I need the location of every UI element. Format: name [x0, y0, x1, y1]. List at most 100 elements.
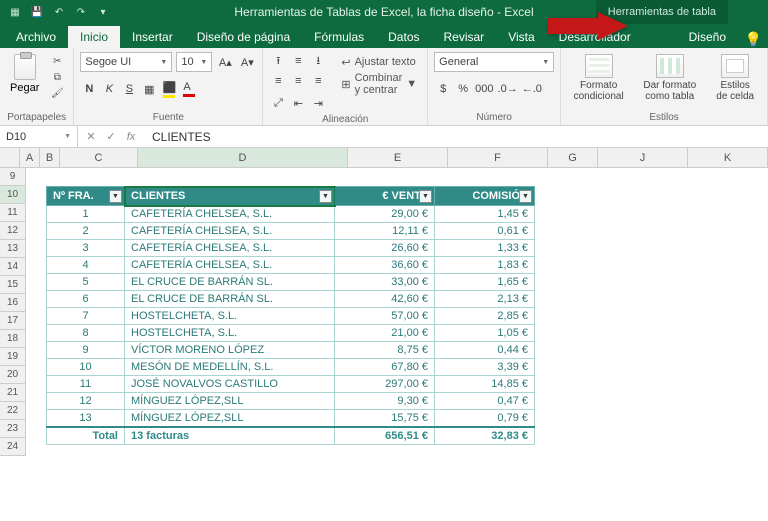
cut-icon[interactable]: ✂ [49, 54, 65, 68]
tab-insertar[interactable]: Insertar [120, 26, 185, 48]
percent-format-icon[interactable]: % [454, 80, 472, 98]
increase-indent-icon[interactable]: ⇥ [309, 94, 327, 112]
align-right-icon[interactable]: ≡ [309, 72, 327, 90]
col-header-F[interactable]: F [448, 148, 548, 167]
row-header-9[interactable]: 9 [0, 168, 25, 186]
cell-comision[interactable]: 0,79 € [435, 410, 535, 428]
grid-area[interactable]: Nº FRA.▼ CLIENTES▼ € VENTA▼ COMISIÓN▼ 1C… [26, 168, 768, 456]
cell-comision[interactable]: 2,13 € [435, 291, 535, 308]
col-header-K[interactable]: K [688, 148, 768, 167]
save-icon[interactable]: 💾 [30, 5, 44, 19]
filter-button[interactable]: ▼ [419, 190, 432, 203]
row-header-13[interactable]: 13 [0, 240, 25, 258]
underline-button[interactable]: S [120, 80, 138, 98]
cell-venta[interactable]: 21,00 € [335, 325, 435, 342]
cell-nfra[interactable]: 3 [47, 240, 125, 257]
col-header-J[interactable]: J [598, 148, 688, 167]
cell-cliente[interactable]: MÍNGUEZ LÓPEZ,SLL [125, 393, 335, 410]
col-header-B[interactable]: B [40, 148, 60, 167]
align-center-icon[interactable]: ≡ [289, 72, 307, 90]
cell-nfra[interactable]: 10 [47, 359, 125, 376]
redo-icon[interactable]: ↷ [74, 5, 88, 19]
grow-font-icon[interactable]: A▴ [216, 53, 234, 71]
tab-revisar[interactable]: Revisar [432, 26, 497, 48]
row-header-14[interactable]: 14 [0, 258, 25, 276]
col-header-C[interactable]: C [60, 148, 138, 167]
filter-button[interactable]: ▼ [109, 190, 122, 203]
cell-cliente[interactable]: HOSTELCHETA, S.L. [125, 308, 335, 325]
cell-comision[interactable]: 1,65 € [435, 274, 535, 291]
row-header-19[interactable]: 19 [0, 348, 25, 366]
tab-diseno[interactable]: Diseño [677, 26, 738, 48]
number-format-combo[interactable]: General▼ [434, 52, 554, 72]
cell-comision[interactable]: 1,45 € [435, 206, 535, 223]
filter-button[interactable]: ▼ [519, 190, 532, 203]
italic-button[interactable]: K [100, 80, 118, 98]
row-header-15[interactable]: 15 [0, 276, 25, 294]
formula-input[interactable]: CLIENTES [144, 130, 768, 144]
increase-decimal-icon[interactable]: .0→ [497, 80, 519, 98]
cell-nfra[interactable]: 6 [47, 291, 125, 308]
cell-nfra[interactable]: 5 [47, 274, 125, 291]
cancel-icon[interactable]: ✕ [82, 128, 100, 146]
cell-nfra[interactable]: 12 [47, 393, 125, 410]
cell-nfra[interactable]: 7 [47, 308, 125, 325]
row-header-21[interactable]: 21 [0, 384, 25, 402]
cell-comision[interactable]: 1,05 € [435, 325, 535, 342]
cell-venta[interactable]: 297,00 € [335, 376, 435, 393]
tab-formulas[interactable]: Fórmulas [302, 26, 376, 48]
col-header-D[interactable]: D [138, 148, 348, 167]
merge-center-button[interactable]: ⊞Combinar y centrar▼ [337, 74, 421, 94]
name-box[interactable]: D10▼ [0, 126, 78, 147]
fx-icon[interactable]: fx [122, 128, 140, 146]
cell-cliente[interactable]: CAFETERÍA CHELSEA, S.L. [125, 223, 335, 240]
enter-icon[interactable]: ✓ [102, 128, 120, 146]
cell-cliente[interactable]: JOSÉ NOVALVOS CASTILLO [125, 376, 335, 393]
undo-icon[interactable]: ↶ [52, 5, 66, 19]
cell-venta[interactable]: 33,00 € [335, 274, 435, 291]
cell-venta[interactable]: 15,75 € [335, 410, 435, 428]
cell-comision[interactable]: 2,85 € [435, 308, 535, 325]
tab-archivo[interactable]: Archivo [4, 26, 68, 48]
filter-button[interactable]: ▼ [319, 190, 332, 203]
cell-styles-button[interactable]: Estilos de celda [709, 52, 761, 104]
row-header-11[interactable]: 11 [0, 204, 25, 222]
row-header-24[interactable]: 24 [0, 438, 25, 456]
cell-venta[interactable]: 57,00 € [335, 308, 435, 325]
cell-nfra[interactable]: 8 [47, 325, 125, 342]
orientation-icon[interactable]: ⤢ [269, 94, 287, 112]
select-all-corner[interactable] [0, 148, 20, 167]
conditional-format-button[interactable]: Formato condicional [567, 52, 630, 104]
row-header-17[interactable]: 17 [0, 312, 25, 330]
row-header-23[interactable]: 23 [0, 420, 25, 438]
align-bottom-icon[interactable]: ⭳ [309, 52, 327, 70]
accounting-format-icon[interactable]: $ [434, 80, 452, 98]
cell-comision[interactable]: 3,39 € [435, 359, 535, 376]
cell-comision[interactable]: 1,33 € [435, 240, 535, 257]
cell-cliente[interactable]: CAFETERÍA CHELSEA, S.L. [125, 257, 335, 274]
format-as-table-button[interactable]: Dar formato como tabla [634, 52, 705, 104]
tell-me-icon[interactable]: 💡 [745, 31, 762, 48]
cell-comision[interactable]: 0,61 € [435, 223, 535, 240]
col-header-A[interactable]: A [20, 148, 40, 167]
shrink-font-icon[interactable]: A▾ [238, 53, 256, 71]
cell-comision[interactable]: 0,47 € [435, 393, 535, 410]
cell-comision[interactable]: 1,83 € [435, 257, 535, 274]
align-top-icon[interactable]: ⭱ [269, 52, 287, 70]
align-middle-icon[interactable]: ≡ [289, 52, 307, 70]
tab-datos[interactable]: Datos [376, 26, 431, 48]
row-header-18[interactable]: 18 [0, 330, 25, 348]
cell-nfra[interactable]: 2 [47, 223, 125, 240]
row-header-22[interactable]: 22 [0, 402, 25, 420]
cell-venta[interactable]: 9,30 € [335, 393, 435, 410]
fill-color-button[interactable]: ⬛ [160, 80, 178, 98]
cell-cliente[interactable]: VÍCTOR MORENO LÓPEZ [125, 342, 335, 359]
paste-button[interactable]: Pegar [6, 52, 43, 96]
row-header-16[interactable]: 16 [0, 294, 25, 312]
decrease-indent-icon[interactable]: ⇤ [289, 94, 307, 112]
decrease-decimal-icon[interactable]: ←.0 [521, 80, 543, 98]
cell-cliente[interactable]: EL CRUCE DE BARRÁN SL. [125, 274, 335, 291]
format-painter-icon[interactable]: 🖌 [49, 86, 65, 100]
tab-vista[interactable]: Vista [496, 26, 546, 48]
tab-inicio[interactable]: Inicio [68, 26, 120, 48]
